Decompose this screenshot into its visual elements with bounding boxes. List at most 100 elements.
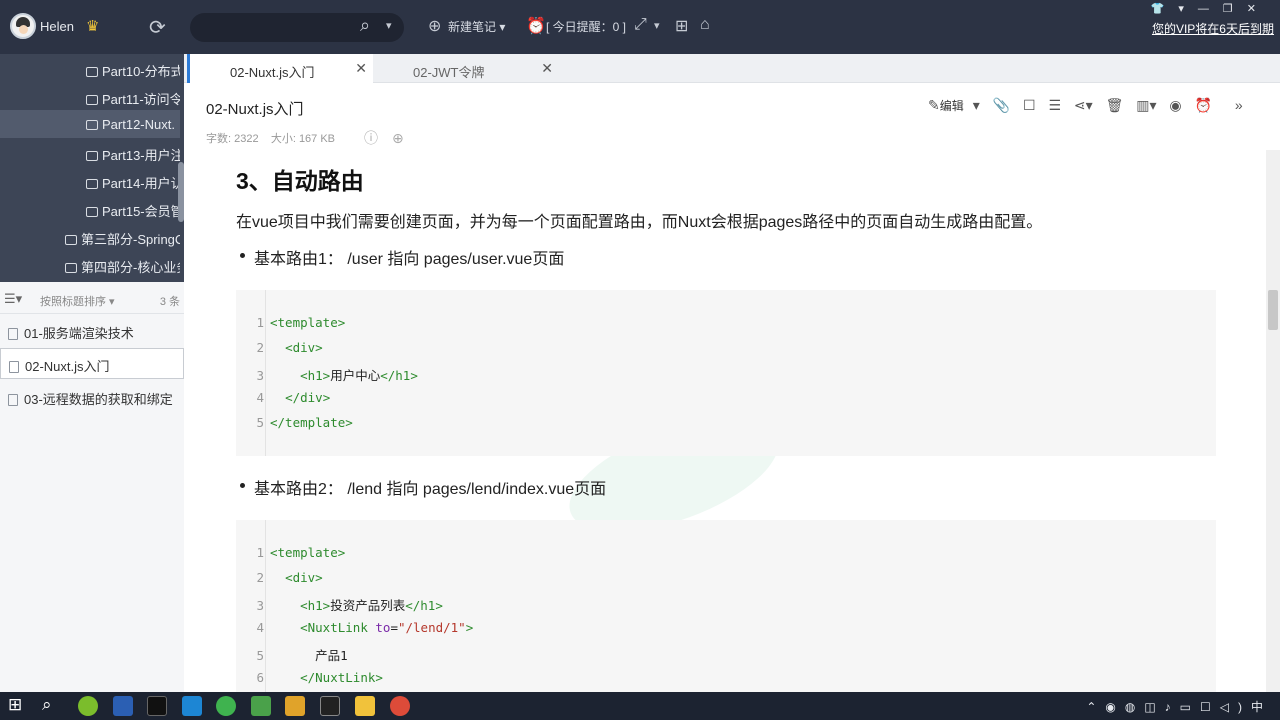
document-icon — [9, 361, 19, 373]
window-controls[interactable]: 👕▾—❐✕ — [1151, 2, 1270, 15]
word-count: 字数: 2322 — [206, 133, 259, 145]
sync-icon[interactable]: ⟳ — [149, 15, 166, 40]
code-line: 1 <template> — [236, 315, 345, 340]
code-block[interactable]: 1 <template> 2 <div> 3 <h1>用户中心</h1> 4 </div… — [236, 290, 1216, 456]
line-number: 3 — [256, 368, 264, 383]
code-line: 2 <div> — [236, 570, 323, 595]
bullet-item: 基本路由1： /user 指向 pages/user.vue页面 — [239, 245, 564, 269]
tab-bar: 02-Nuxt.js入门 ✕ 02-JWT令牌 ✕ — [184, 54, 1280, 83]
edit-icon[interactable]: ✎编辑 ▾ — [928, 97, 980, 114]
vscode-icon[interactable] — [182, 696, 202, 716]
sort-dropdown[interactable]: 按照标题排序 ▾ — [40, 293, 115, 309]
code-token: <NuxtLink — [300, 620, 376, 635]
word-icon[interactable] — [113, 696, 133, 716]
tree-item-part12[interactable]: Part12-Nuxt. — [0, 110, 180, 138]
avatar[interactable] — [10, 13, 36, 39]
code-token: to — [375, 620, 391, 635]
line-number: 3 — [256, 598, 264, 613]
home-icon[interactable]: ⌂ — [700, 16, 710, 34]
list-item[interactable]: 03-远程数据的获取和绑定 — [0, 381, 184, 412]
document-icon — [8, 328, 18, 340]
scrollbar[interactable] — [1266, 150, 1280, 692]
page-title[interactable]: 02-Nuxt.js入门 — [206, 98, 304, 119]
reminder-button[interactable]: [ 今日提醒：0 ] — [546, 18, 626, 35]
system-tray[interactable]: ⌃◉◍◫♪▭☐◁)中 — [1086, 698, 1272, 715]
chevron-down-icon[interactable]: ▾ — [386, 19, 392, 32]
new-note-button[interactable]: 新建笔记 ▾ — [448, 18, 505, 35]
alarm-icon: ⏰ — [526, 18, 546, 35]
code-token: <template> — [270, 545, 346, 560]
history-icon[interactable]: ☰ — [1048, 97, 1061, 114]
tab-jwt[interactable]: 02-JWT令牌 ✕ — [373, 54, 559, 83]
code-line: 5 </template> — [236, 415, 352, 440]
wechat-icon[interactable] — [216, 696, 236, 716]
folder-icon — [65, 235, 77, 245]
alarm-icon[interactable]: ⏰ — [1195, 97, 1212, 114]
chevron-down-icon[interactable]: ▾ — [654, 19, 660, 32]
app-green-icon[interactable] — [78, 696, 98, 716]
line-number: 2 — [256, 570, 264, 585]
line-number: 1 — [256, 315, 264, 330]
search-icon[interactable]: ⌕ — [360, 15, 370, 36]
delete-icon[interactable]: 🗑 — [1106, 97, 1124, 114]
folder-icon — [86, 67, 98, 77]
tree-item-part15[interactable]: Part15-会员管 — [0, 194, 180, 222]
sort-bar: ☰▾ 按照标题排序 ▾ 3 条 — [0, 284, 184, 314]
tree-item-part13[interactable]: Part13-用户注 — [0, 138, 180, 166]
close-icon[interactable]: ✕ — [355, 60, 367, 77]
view-mode-icon[interactable]: ▥▾ — [1136, 97, 1156, 114]
tree-item-part3[interactable]: 第三部分-SpringC — [0, 222, 180, 250]
grid-icon[interactable]: ⊞ — [675, 16, 688, 36]
chrome-icon[interactable] — [390, 696, 410, 716]
attachment-icon[interactable]: 📎 — [993, 97, 1010, 114]
comment-icon[interactable]: ☐ — [1023, 97, 1036, 114]
tree-item-part14[interactable]: Part14-用户认 — [0, 166, 180, 194]
ime-indicator[interactable]: 中 — [1251, 700, 1272, 714]
scrollbar-thumb[interactable] — [1268, 290, 1278, 330]
more-icon[interactable]: » — [1235, 97, 1243, 113]
terminal-icon[interactable] — [320, 696, 340, 716]
code-token: = — [390, 620, 398, 635]
code-token: <div> — [285, 340, 323, 355]
note-content[interactable]: 3、自动路由 在vue项目中我们需要创建页面，并为每一个页面配置路由，而Nuxt… — [184, 150, 1266, 692]
bullet-item: 基本路由2： /lend 指向 pages/lend/index.vue页面 — [239, 475, 606, 499]
code-token: </h1> — [380, 368, 418, 383]
list-item[interactable]: 02-Nuxt.js入门 — [0, 348, 184, 379]
folder-icon — [86, 95, 98, 105]
add-tag-icon[interactable]: ⊕ — [392, 130, 418, 146]
code-token: <h1> — [300, 598, 331, 613]
tab-nuxt[interactable]: 02-Nuxt.js入门 ✕ — [187, 54, 373, 83]
tree-item-part4[interactable]: 第四部分-核心业务 — [0, 250, 180, 278]
code-block[interactable]: 1 <template> 2 <div> 3 <h1>投资产品列表</h1> 4 <Nu… — [236, 520, 1216, 692]
meta-actions: ⓘ⊕ — [364, 128, 418, 148]
list-icon[interactable]: ☰▾ — [4, 291, 22, 307]
username[interactable]: Helen — [40, 19, 74, 34]
info-icon[interactable]: ⓘ — [364, 130, 392, 146]
document-icon — [8, 394, 18, 406]
list-item[interactable]: 01-服务端渲染技术 — [0, 315, 184, 346]
app-typora-icon[interactable] — [251, 696, 271, 716]
code-token: <div> — [285, 570, 323, 585]
start-icon[interactable]: ⊞ — [8, 695, 22, 715]
line-number: 4 — [256, 620, 264, 635]
code-token: "/lend/1" — [397, 620, 466, 635]
search-input[interactable] — [190, 13, 404, 42]
search-icon[interactable]: ⌕ — [42, 695, 52, 715]
app-note-icon[interactable] — [285, 696, 305, 716]
tree-item-part11[interactable]: Part11-访问令 — [0, 82, 180, 110]
share-icon[interactable]: ⋖▾ — [1074, 97, 1093, 114]
taskbar: ⊞ ⌕ ⌃◉◍◫♪▭☐◁)中 — [0, 692, 1280, 720]
edit-button[interactable]: 编辑 — [940, 97, 964, 114]
expand-icon[interactable]: ⤢ — [634, 16, 647, 34]
ide-icon[interactable] — [147, 696, 167, 716]
weibo-icon[interactable]: ◉ — [1169, 97, 1181, 114]
vip-notice-link[interactable]: 您的VIP将在6天后到期 — [1152, 20, 1274, 37]
explorer-icon[interactable] — [355, 696, 375, 716]
tree-item-part10[interactable]: Part10-分布式 — [0, 54, 180, 82]
crown-icon[interactable]: ♛ — [86, 17, 99, 35]
close-icon[interactable]: ✕ — [541, 60, 553, 77]
